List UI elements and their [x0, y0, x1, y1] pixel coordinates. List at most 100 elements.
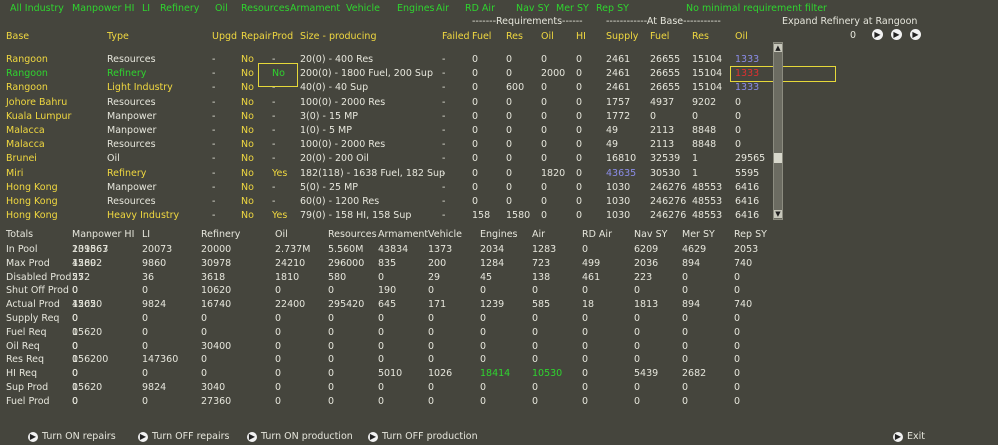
table-row[interactable]: Malacca Manpower - No - 1(0) - 5 MP - 0 0 0 0 49 211…: [0, 124, 770, 138]
cell-repair[interactable]: No: [241, 81, 254, 94]
cell-repair[interactable]: No: [241, 195, 254, 208]
action-button-3[interactable]: ▶ Turn OFF production: [368, 431, 478, 442]
column-header-10[interactable]: HI: [576, 31, 586, 43]
cell-abres: 1: [692, 167, 699, 179]
table-row[interactable]: Malacca Resources - No - 100(0) - 2000 Res - 0 0…: [0, 138, 770, 152]
column-header-12[interactable]: Fuel: [650, 31, 669, 43]
cell-repair[interactable]: No: [241, 53, 254, 66]
expand-increment-icon[interactable]: ▶: [872, 29, 883, 40]
scroll-down-icon[interactable]: ▼: [774, 210, 782, 218]
table-scrollbar[interactable]: ▲ ▼: [773, 42, 783, 220]
table-row[interactable]: Kuala Lumpur Manpower - No - 3(0) - 15 MP - 0 0 0…: [0, 110, 770, 124]
filter-all-industry[interactable]: All Industry: [10, 3, 64, 15]
cell-repair[interactable]: No: [241, 181, 254, 194]
filter-vehicle[interactable]: Vehicle: [346, 3, 380, 15]
totals-value: 0: [634, 354, 641, 366]
cell-res: 0: [506, 54, 513, 65]
filter-air[interactable]: Air: [436, 3, 449, 15]
filter-refinery[interactable]: Refinery: [160, 3, 199, 15]
column-header-13[interactable]: Res: [692, 31, 709, 43]
totals-value: 15892: [72, 257, 103, 269]
action-button-1[interactable]: ▶ Turn OFF repairs: [138, 431, 229, 442]
totals-value: 147360: [142, 354, 179, 366]
filter-oil[interactable]: Oil: [215, 3, 228, 15]
expand-fast-icon[interactable]: ▶: [891, 29, 902, 40]
totals-value: 0: [532, 395, 539, 407]
scroll-up-icon[interactable]: ▲: [774, 44, 782, 52]
filter-mer-sy[interactable]: Mer SY: [556, 3, 589, 15]
totals-value: 0: [682, 395, 689, 407]
table-row[interactable]: Hong Kong Resources - No - 60(0) - 1200 Res - 0…: [0, 195, 770, 209]
table-row[interactable]: Hong Kong Heavy Industry - No Yes 79(0) - 158…: [0, 209, 770, 223]
cell-base: Miri: [6, 167, 24, 179]
cell-prod[interactable]: Yes: [272, 167, 287, 180]
cell-fuel: 0: [472, 125, 479, 136]
minimal-requirement-filter[interactable]: No minimal requirement filter: [686, 3, 827, 15]
totals-value: 0: [142, 285, 149, 297]
column-header-14[interactable]: Oil: [735, 31, 748, 43]
exit-button[interactable]: ▶ Exit: [893, 431, 925, 442]
action-button-0[interactable]: ▶ Turn ON repairs: [28, 431, 116, 442]
cell-repair[interactable]: No: [241, 167, 254, 180]
column-header-7[interactable]: Fuel: [472, 31, 491, 43]
cell-repair[interactable]: No: [241, 110, 254, 123]
column-header-9[interactable]: Oil: [541, 31, 554, 43]
cell-prod[interactable]: Yes: [272, 209, 287, 222]
cell-prod[interactable]: -: [272, 96, 275, 109]
filter-rd-air[interactable]: RD Air: [465, 3, 495, 15]
column-header-2[interactable]: Upgd: [212, 31, 237, 43]
totals-row: Actual Prod 4205 15620 9824 16740 22400 295420…: [0, 298, 800, 312]
filter-rep-sy[interactable]: Rep SY: [596, 3, 629, 15]
table-row[interactable]: Rangoon Light Industry - No -40(0) - 40 Sup -…: [0, 81, 770, 95]
totals-row: Sup Prod 0 15620 9824 3040 0 0 0 0 0 0 0 0 0 0: [0, 381, 800, 395]
cell-repair[interactable]: No: [241, 209, 254, 222]
cell-repair[interactable]: No: [241, 138, 254, 151]
table-row[interactable]: Miri Refinery - No Yes 182(118) - 1638 Fuel, …: [0, 167, 770, 181]
cell-res: 0: [506, 110, 513, 122]
cell-prod[interactable]: -: [272, 138, 275, 151]
table-row[interactable]: Brunei Oil - No - 20(0) - 200 Oil - 0 0 0 0 16810 32…: [0, 152, 770, 166]
totals-value: 0: [275, 382, 282, 393]
column-header-1[interactable]: Type: [107, 31, 129, 43]
cell-prod[interactable]: -: [272, 124, 275, 137]
table-row[interactable]: Rangoon Resources - No -20(0) - 400 Res -0 0 0 0…: [0, 53, 770, 67]
cell-hi: 0: [576, 96, 583, 108]
cell-failed: -: [442, 153, 446, 165]
cell-prod[interactable]: -: [272, 181, 275, 194]
table-row[interactable]: Hong Kong Manpower - No - 5(0) - 25 MP - 0 0 0 0 10…: [0, 181, 770, 195]
filter-armament[interactable]: Armament: [290, 3, 340, 15]
table-row[interactable]: Rangoon Refinery - No No 200(0) - 1800 Fuel, …: [0, 67, 770, 81]
cell-repair[interactable]: No: [241, 152, 254, 165]
cell-prod[interactable]: -: [272, 152, 275, 165]
column-header-0[interactable]: Base: [6, 31, 29, 43]
cell-prod[interactable]: -: [272, 110, 275, 123]
filter-manpower-hi[interactable]: Manpower HI: [72, 3, 134, 15]
totals-value: 0: [428, 354, 435, 366]
scroll-thumb[interactable]: [774, 153, 782, 163]
action-button-2[interactable]: ▶ Turn ON production: [247, 431, 353, 442]
totals-header-5: Resources: [328, 229, 377, 240]
cell-base: Brunei: [6, 153, 37, 165]
column-header-5[interactable]: Size - producing: [300, 31, 376, 43]
column-header-6[interactable]: Failed: [442, 31, 470, 43]
cell-repair[interactable]: No: [241, 96, 254, 109]
cell-repair[interactable]: No: [241, 124, 254, 137]
column-header-8[interactable]: Res: [506, 31, 523, 43]
filter-li[interactable]: LI: [142, 3, 150, 15]
cell-repair[interactable]: No: [241, 67, 254, 80]
filter-nav-sy[interactable]: Nav SY: [516, 3, 549, 15]
column-header-4[interactable]: Prod: [272, 31, 293, 43]
action-button-label: Turn OFF repairs: [152, 431, 230, 442]
cell-res: 0: [506, 181, 513, 193]
totals-value: 0: [734, 368, 741, 380]
column-header-3[interactable]: Repair: [241, 31, 271, 43]
filter-engines[interactable]: Engines: [397, 3, 435, 15]
totals-value: 0: [378, 340, 385, 352]
cell-prod[interactable]: -: [272, 195, 275, 208]
table-row[interactable]: Johore Bahru Resources - No - 100(0) - 2000 R…: [0, 96, 770, 110]
cell-size: 100(0) - 2000 Res: [300, 139, 386, 151]
expand-max-icon[interactable]: ▶: [910, 29, 921, 40]
column-header-11[interactable]: Supply: [606, 31, 638, 43]
filter-resources[interactable]: Resources: [241, 3, 290, 15]
totals-value: 5439: [634, 368, 659, 380]
